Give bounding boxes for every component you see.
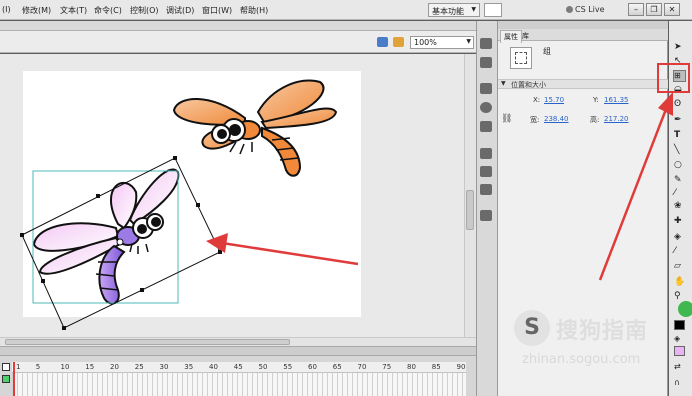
- watermark-title: 搜狗指南: [556, 319, 649, 344]
- watermark-url: zhinan.sogou.com: [522, 352, 641, 367]
- assistant-badge[interactable]: [678, 301, 692, 317]
- sogou-logo: S: [514, 310, 550, 346]
- orange-dragonfly[interactable]: [172, 79, 338, 177]
- transform-pivot[interactable]: [116, 238, 124, 246]
- purple-dragonfly[interactable]: [32, 168, 180, 305]
